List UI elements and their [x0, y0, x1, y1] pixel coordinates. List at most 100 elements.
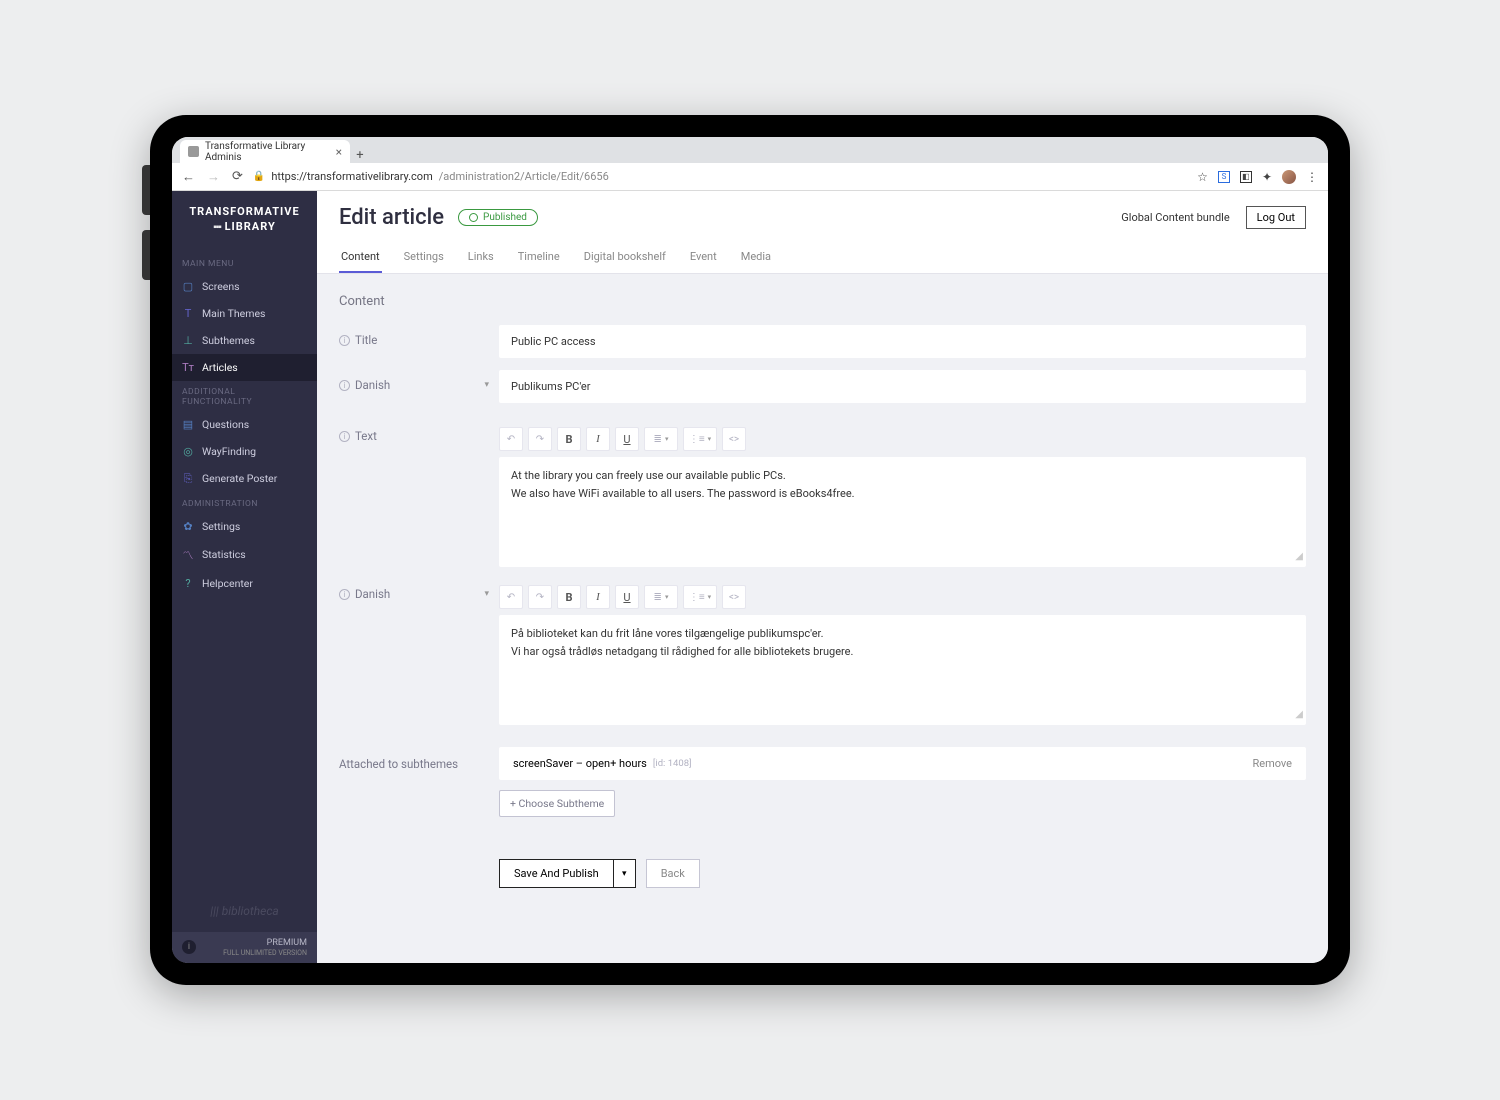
- extension-icon[interactable]: ◧: [1240, 171, 1252, 183]
- tab-settings[interactable]: Settings: [402, 244, 446, 273]
- danish-title-input[interactable]: [499, 370, 1306, 403]
- premium-badge: i PREMIUM FULL UNLIMITED VERSION: [172, 932, 317, 963]
- brand-dots-icon: ▪▪▪: [213, 221, 221, 235]
- back-button[interactable]: Back: [646, 859, 700, 888]
- url-host: https://transformativelibrary.com: [271, 170, 432, 183]
- close-icon[interactable]: ×: [336, 145, 342, 159]
- back-icon[interactable]: ←: [182, 169, 195, 185]
- resize-handle-icon[interactable]: ◢: [1295, 707, 1303, 723]
- info-icon[interactable]: i: [339, 380, 350, 391]
- subtheme-id: [id: 1408]: [653, 758, 692, 769]
- address-bar: ← → ⟳ 🔒 https://transformativelibrary.co…: [172, 163, 1328, 191]
- main-content: Edit article Published Global Content bu…: [317, 191, 1328, 963]
- ordered-list-button[interactable]: ≣ ▾: [644, 585, 678, 609]
- tab-timeline[interactable]: Timeline: [516, 244, 562, 273]
- unordered-list-button[interactable]: ⋮≡ ▾: [683, 585, 717, 609]
- app: TRANSFORMATIVE ▪▪▪ LIBRARY MAIN MENU ▢Sc…: [172, 191, 1328, 963]
- section-label: Content: [339, 294, 1306, 309]
- resize-handle-icon[interactable]: ◢: [1295, 549, 1303, 565]
- subthemes-icon: ⊥: [182, 334, 194, 347]
- sidebar-item-generate-poster[interactable]: ⎘Generate Poster: [172, 465, 317, 493]
- editor-toolbar: ↶ ↷ B I U ≣ ▾ ⋮≡ ▾ <>: [499, 421, 1306, 457]
- url-path: /administration2/Article/Edit/6656: [439, 170, 609, 183]
- tablet-frame: Transformative Library Adminis × + ← → ⟳…: [150, 115, 1350, 985]
- code-button[interactable]: <>: [722, 585, 746, 609]
- text-line: Vi har også trådløs netadgang til rådigh…: [511, 643, 1294, 661]
- sidebar-item-helpcenter[interactable]: ?Helpcenter: [172, 570, 317, 597]
- info-icon[interactable]: i: [339, 431, 350, 442]
- tablet-button: [142, 230, 150, 280]
- tab-content[interactable]: Content: [339, 244, 382, 273]
- save-dropdown-button[interactable]: ▾: [614, 859, 636, 888]
- remove-button[interactable]: Remove: [1252, 757, 1292, 770]
- undo-button[interactable]: ↶: [499, 585, 523, 609]
- wayfinding-icon: ◎: [182, 445, 194, 458]
- reload-icon[interactable]: ⟳: [232, 169, 243, 184]
- info-icon[interactable]: i: [182, 940, 196, 954]
- screen: Transformative Library Adminis × + ← → ⟳…: [172, 137, 1328, 963]
- sidebar-item-wayfinding[interactable]: ◎WayFinding: [172, 438, 317, 465]
- sidebar-item-statistics[interactable]: 〽Statistics: [172, 540, 317, 570]
- sidebar-item-articles[interactable]: TтArticles: [172, 354, 317, 381]
- new-tab-button[interactable]: +: [350, 148, 370, 163]
- profile-avatar[interactable]: [1282, 170, 1296, 184]
- sidebar-item-subthemes[interactable]: ⊥Subthemes: [172, 327, 317, 354]
- brand-logo: TRANSFORMATIVE ▪▪▪ LIBRARY: [172, 191, 317, 253]
- sidebar-item-screens[interactable]: ▢Screens: [172, 273, 317, 300]
- help-icon: ?: [182, 577, 194, 590]
- tab-digital-bookshelf[interactable]: Digital bookshelf: [582, 244, 668, 273]
- underline-button[interactable]: U: [615, 427, 639, 451]
- text-line: På biblioteket kan du frit låne vores ti…: [511, 625, 1294, 643]
- ordered-list-button[interactable]: ≣ ▾: [644, 427, 678, 451]
- extensions-icon[interactable]: ✦: [1262, 170, 1272, 184]
- monitor-icon: ▢: [182, 280, 194, 293]
- gear-icon: ✿: [182, 520, 194, 533]
- info-icon[interactable]: i: [339, 335, 350, 346]
- title-input[interactable]: [499, 325, 1306, 358]
- tablet-button: [142, 165, 150, 215]
- bold-button[interactable]: B: [557, 427, 581, 451]
- bold-button[interactable]: B: [557, 585, 581, 609]
- extension-icon[interactable]: S: [1218, 171, 1230, 183]
- page-header: Edit article Published Global Content bu…: [317, 191, 1328, 274]
- sidebar-item-label: Main Themes: [202, 307, 265, 320]
- text-editor[interactable]: At the library you can freely use our av…: [499, 457, 1306, 567]
- choose-subtheme-button[interactable]: + Choose Subtheme: [499, 790, 615, 817]
- url-display[interactable]: 🔒 https://transformativelibrary.com/admi…: [253, 170, 609, 183]
- forward-icon[interactable]: →: [207, 169, 220, 185]
- tab-links[interactable]: Links: [466, 244, 496, 273]
- premium-sub: FULL UNLIMITED VERSION: [223, 949, 307, 957]
- unordered-list-button[interactable]: ⋮≡ ▾: [683, 427, 717, 451]
- redo-button[interactable]: ↷: [528, 427, 552, 451]
- brand-line2: LIBRARY: [225, 220, 276, 233]
- bundle-label: Global Content bundle: [1121, 211, 1229, 224]
- tabs-bar: Transformative Library Adminis × +: [172, 137, 1328, 163]
- menu-icon[interactable]: ⋮: [1306, 170, 1318, 184]
- info-icon[interactable]: i: [339, 589, 350, 600]
- tab-event[interactable]: Event: [688, 244, 719, 273]
- logout-button[interactable]: Log Out: [1246, 206, 1306, 229]
- undo-button[interactable]: ↶: [499, 427, 523, 451]
- sidebar-item-settings[interactable]: ✿Settings: [172, 513, 317, 540]
- italic-button[interactable]: I: [586, 585, 610, 609]
- label-danish-title[interactable]: iDanish▾: [339, 370, 499, 392]
- underline-button[interactable]: U: [615, 585, 639, 609]
- star-icon[interactable]: ☆: [1197, 170, 1208, 184]
- browser-tab[interactable]: Transformative Library Adminis ×: [180, 140, 350, 163]
- label-danish-text[interactable]: iDanish▾: [339, 579, 499, 601]
- sidebar-item-main-themes[interactable]: TMain Themes: [172, 300, 317, 327]
- text-line: We also have WiFi available to all users…: [511, 485, 1294, 503]
- tab-title: Transformative Library Adminis: [205, 141, 330, 163]
- code-button[interactable]: <>: [722, 427, 746, 451]
- label-text: iText: [339, 421, 499, 443]
- danish-text-editor[interactable]: På biblioteket kan du frit låne vores ti…: [499, 615, 1306, 725]
- sidebar-item-questions[interactable]: ▤Questions: [172, 411, 317, 438]
- lock-icon: 🔒: [253, 171, 265, 182]
- italic-button[interactable]: I: [586, 427, 610, 451]
- redo-button[interactable]: ↷: [528, 585, 552, 609]
- subtheme-name: screenSaver – open+ hours: [513, 757, 647, 770]
- sidebar: TRANSFORMATIVE ▪▪▪ LIBRARY MAIN MENU ▢Sc…: [172, 191, 317, 963]
- tab-media[interactable]: Media: [739, 244, 773, 273]
- save-button[interactable]: Save And Publish: [499, 859, 614, 888]
- status-text: Published: [483, 212, 527, 223]
